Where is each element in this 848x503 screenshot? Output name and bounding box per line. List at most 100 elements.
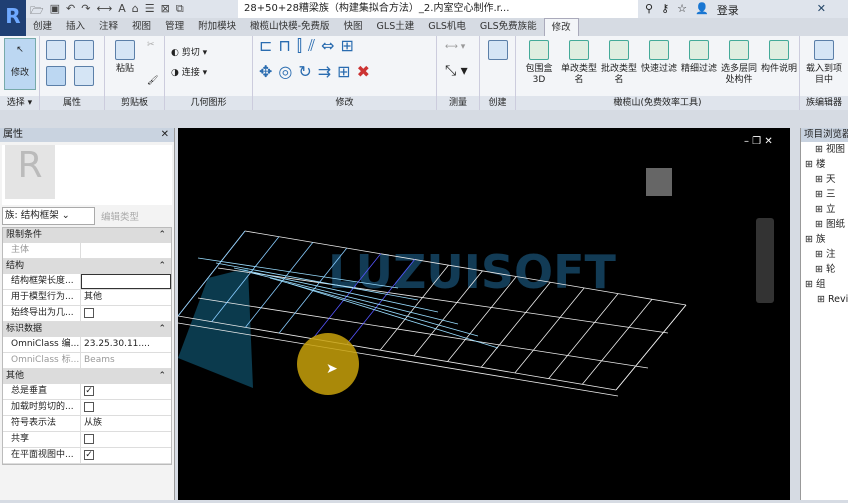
tab-5[interactable]: 附加模块 [191, 18, 243, 36]
tool-button-5[interactable]: 选多层同处构件 [720, 40, 758, 86]
browser-item-label: 轮 [826, 264, 836, 275]
paste-button[interactable]: 粘贴 [111, 40, 139, 75]
browser-item[interactable]: ⊞ 天 [801, 172, 848, 187]
tab-7[interactable]: 快图 [337, 18, 370, 36]
app-logo[interactable]: R [0, 0, 26, 36]
property-row: OmniClass 编... 23.25.30.11.... [3, 337, 171, 353]
wire-line [548, 293, 619, 379]
expand-icon[interactable]: ⊞ [815, 189, 823, 200]
viewcube[interactable] [646, 168, 672, 196]
property-checkbox[interactable]: ✓ [81, 448, 171, 463]
tab-4[interactable]: 管理 [158, 18, 191, 36]
dimension-icon[interactable]: ⤡ ▾ [445, 64, 468, 78]
match-properties-icon[interactable]: 🖌 [147, 76, 158, 87]
binoculars-icon[interactable]: ⚲ [645, 2, 653, 18]
property-checkbox[interactable] [81, 432, 171, 447]
user-icon[interactable]: 👤 [695, 2, 709, 18]
browser-item[interactable]: ⊞ 视图 [801, 142, 848, 157]
cut-geometry-button[interactable]: ◐ 剪切 ▾ [171, 48, 207, 59]
tab-3[interactable]: 视图 [125, 18, 158, 36]
browser-item[interactable]: ⊞ Revit [801, 292, 848, 307]
property-checkbox[interactable] [81, 306, 171, 321]
modify-button[interactable]: ↖ 修改 [4, 38, 36, 90]
expand-icon[interactable]: ⊞ [815, 144, 823, 155]
properties-icon[interactable] [46, 40, 66, 60]
browser-item[interactable]: ⊞ 图纸 [801, 217, 848, 232]
modify-tools-row2[interactable]: ✥◎↻⇉⊞✖ [259, 64, 376, 80]
measure-panel-label: 测量 [437, 96, 479, 110]
browser-item[interactable]: ⊞ 轮 [801, 262, 848, 277]
edit-type-button[interactable]: 编辑类型 [101, 209, 139, 223]
modify-tools-row1[interactable]: ⊏⊓⫿⫽⇔⊞ [259, 38, 360, 54]
tool-button-4[interactable]: 精细过滤 [680, 40, 718, 75]
properties-grid: 限制条件主体结构结构框架长度...用于模型行为...其他始终导出为几...标识数… [2, 227, 172, 465]
tab-11[interactable]: 修改 [543, 18, 579, 36]
property-value[interactable]: 从族 [81, 416, 171, 431]
join-button[interactable]: ◑ 连接 ▾ [171, 68, 207, 79]
tab-8[interactable]: GLS土建 [370, 18, 422, 36]
browser-item[interactable]: ⊞ 立 [801, 202, 848, 217]
view-window-controls[interactable]: – ❐ ✕ [744, 136, 773, 147]
property-checkbox[interactable]: ✓ [81, 384, 171, 399]
expand-icon[interactable]: ⊞ [817, 294, 825, 305]
tool-button-6[interactable]: 构件说明 [760, 40, 798, 75]
expand-icon[interactable]: ⊞ [805, 234, 813, 245]
expand-icon[interactable]: ⊞ [815, 174, 823, 185]
family-types-icon[interactable] [46, 66, 66, 86]
expand-icon[interactable]: ⊞ [815, 264, 823, 275]
type-selector[interactable]: 族: 结构框架 ⌄ [2, 207, 95, 225]
expand-icon[interactable]: ⊞ [815, 204, 823, 215]
tab-9[interactable]: GLS机电 [421, 18, 473, 36]
tool-button-2[interactable]: 批改类型名 [600, 40, 638, 86]
browser-item[interactable]: ⊞ 楼 [801, 157, 848, 172]
property-checkbox[interactable] [81, 400, 171, 415]
create-parts-icon[interactable] [488, 40, 508, 60]
tab-0[interactable]: 创建 [26, 18, 59, 36]
document-title: 28+50+28糟梁族（构建集拟合方法）_2.内室空心制作.r... [238, 0, 638, 18]
create-panel: 创建 [480, 36, 516, 110]
tab-6[interactable]: 橄榄山快模-免费版 [243, 18, 336, 36]
load-into-project-button[interactable]: 载入到项目中 [804, 40, 844, 86]
section-header[interactable]: 结构 [3, 259, 171, 274]
browser-item[interactable]: ⊞ 族 [801, 232, 848, 247]
section-header[interactable]: 标识数据 [3, 322, 171, 337]
property-value[interactable] [81, 274, 171, 289]
exchange-icon[interactable]: ✕ [817, 2, 826, 18]
expand-icon[interactable]: ⊞ [805, 159, 813, 170]
property-row: 共享 [3, 432, 171, 448]
section-header[interactable]: 限制条件 [3, 228, 171, 243]
browser-item[interactable]: ⊞ 三 [801, 187, 848, 202]
navigation-bar[interactable] [756, 218, 774, 303]
login-link[interactable]: 登录 [717, 2, 739, 18]
browser-item[interactable]: ⊞ 组 [801, 277, 848, 292]
browser-item[interactable]: ⊞ 注 [801, 247, 848, 262]
property-value[interactable] [81, 243, 171, 258]
close-icon[interactable]: ✕ [161, 128, 169, 142]
expand-icon[interactable]: ⊞ [815, 249, 823, 260]
tab-2[interactable]: 注释 [92, 18, 125, 36]
property-value[interactable]: Beams [81, 353, 171, 368]
expand-icon[interactable]: ⊞ [805, 279, 813, 290]
property-value[interactable]: 23.25.30.11.... [81, 337, 171, 352]
cut-icon[interactable]: ✂ [147, 40, 155, 51]
mouse-cursor-icon: ➤ [326, 361, 338, 377]
tab-10[interactable]: GLS免费族能 [473, 18, 544, 36]
section-header[interactable]: 其他 [3, 369, 171, 384]
family-category-icon[interactable] [74, 66, 94, 86]
measure-icon[interactable]: ⟷ ▾ [445, 42, 465, 53]
3d-viewport[interactable]: LUZUISOFT ➤ – ❐ ✕ [177, 128, 790, 500]
key-icon[interactable]: ⚷ [661, 2, 669, 18]
select-dropdown[interactable]: 选择 ▾ [0, 96, 39, 110]
create-panel-label: 创建 [480, 96, 515, 110]
type-properties-icon[interactable] [74, 40, 94, 60]
tool-icon [649, 40, 669, 60]
tool-label: 选多层同处构件 [720, 64, 757, 85]
tool-button-1[interactable]: 单改类型名 [560, 40, 598, 86]
browser-item-label: 天 [826, 174, 836, 185]
property-value[interactable]: 其他 [81, 290, 171, 305]
tool-button-0[interactable]: 包围盒3D [520, 40, 558, 86]
tool-button-3[interactable]: 快速过滤 [640, 40, 678, 75]
star-icon[interactable]: ☆ [677, 2, 687, 18]
expand-icon[interactable]: ⊞ [815, 219, 823, 230]
tab-1[interactable]: 插入 [59, 18, 92, 36]
